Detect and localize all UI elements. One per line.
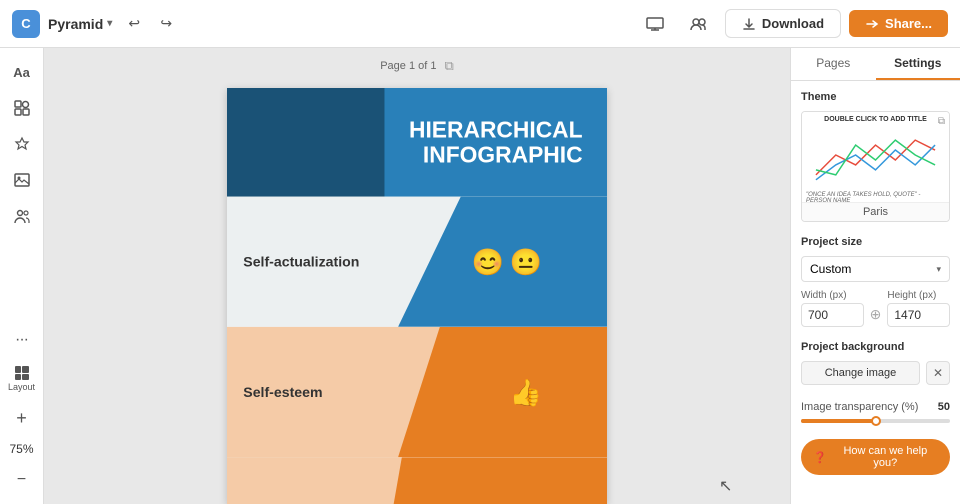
width-input[interactable]	[801, 303, 864, 327]
zoom-percent-sidebar: 75%	[9, 438, 33, 460]
background-buttons: Change image ✕	[801, 361, 950, 385]
history-controls: ↩ ↪	[120, 10, 180, 38]
background-label: Project background	[801, 341, 950, 353]
right-panel: Pages Settings Theme DOUBLE CLICK TO ADD…	[790, 48, 960, 504]
transparency-slider[interactable]	[801, 419, 950, 423]
layout-icon	[15, 366, 29, 380]
width-label: Width (px)	[801, 290, 864, 301]
size-select[interactable]: Custom ▾	[801, 256, 950, 282]
height-label: Height (px)	[887, 290, 950, 301]
section1-icons: 😊 😐	[472, 246, 542, 277]
right-panel-tabs: Pages Settings	[791, 48, 960, 81]
mouse-cursor: ↖	[719, 476, 732, 496]
section2-text: Self-esteem	[243, 384, 322, 401]
sidebar-icon-people[interactable]	[6, 200, 38, 232]
theme-section: Theme DOUBLE CLICK TO ADD TITLE "ONCE AN…	[791, 81, 960, 236]
theme-label: Theme	[801, 91, 950, 103]
topbar-actions: Download Share...	[637, 6, 948, 42]
width-input-group: Width (px)	[801, 290, 864, 327]
undo-button[interactable]: ↩	[120, 10, 148, 38]
tab-pages[interactable]: Pages	[791, 48, 876, 80]
change-image-button[interactable]: Change image	[801, 361, 920, 385]
icon-face1: 😊	[472, 246, 504, 277]
tab-settings[interactable]: Settings	[876, 48, 960, 80]
main-area: Aa ··· Layout + 75% − Pa	[0, 48, 960, 504]
header-right-block: HIERARCHICAL INFOGRAPHIC	[384, 88, 607, 197]
size-inputs: Width (px) ⊕ Height (px)	[801, 290, 950, 327]
section-love-belonging: Love and belonging 💡 ❤️	[227, 457, 607, 504]
transparency-section: Image transparency (%) 50	[791, 395, 960, 429]
present-button[interactable]	[637, 6, 673, 42]
download-button[interactable]: Download	[725, 9, 841, 38]
section2-shape	[398, 327, 607, 457]
copy-page-icon[interactable]: ⧉	[444, 58, 453, 74]
help-button[interactable]: ❓ How can we help you?	[801, 439, 950, 475]
project-size-section: Project size Custom ▾ Width (px) ⊕ Heigh…	[791, 236, 960, 341]
icon-thumbsup: 👍	[509, 377, 541, 408]
app-logo: C	[12, 10, 40, 38]
sidebar-icon-text[interactable]: Aa	[6, 56, 38, 88]
height-input[interactable]	[887, 303, 950, 327]
section3-shape	[379, 457, 607, 504]
section2-icons: 👍	[509, 377, 541, 408]
sidebar-icon-brand[interactable]	[6, 128, 38, 160]
slider-fill	[801, 419, 876, 423]
transparency-value: 50	[938, 401, 950, 413]
project-background-section: Project background Change image ✕	[791, 341, 960, 395]
link-icon: ⊕	[870, 294, 882, 323]
external-link-icon[interactable]: ⧉	[938, 116, 945, 127]
help-section: ❓ How can we help you?	[791, 429, 960, 485]
clear-background-button[interactable]: ✕	[926, 361, 950, 385]
section1-text: Self-actualization	[243, 253, 359, 270]
project-size-label: Project size	[801, 236, 950, 248]
redo-button[interactable]: ↪	[152, 10, 180, 38]
canvas-area[interactable]: Page 1 of 1 ⧉ HIERARCHICAL INFOGRAPHIC	[44, 48, 790, 504]
icon-face2: 😐	[509, 246, 541, 277]
help-icon: ❓	[813, 451, 827, 464]
theme-preview: DOUBLE CLICK TO ADD TITLE "ONCE AN IDEA …	[802, 112, 949, 202]
layout-button[interactable]: Layout	[0, 360, 43, 398]
sidebar-icon-elements[interactable]	[6, 92, 38, 124]
sidebar-icon-photo[interactable]	[6, 164, 38, 196]
share-people-button[interactable]	[681, 6, 717, 42]
document-title[interactable]: Pyramid ▾	[48, 16, 112, 32]
height-input-group: Height (px)	[887, 290, 950, 327]
section-self-esteem: Self-esteem 👍	[227, 327, 607, 457]
sidebar-icon-minus[interactable]: −	[6, 464, 38, 496]
theme-card[interactable]: DOUBLE CLICK TO ADD TITLE "ONCE AN IDEA …	[801, 111, 950, 222]
topbar: C Pyramid ▾ ↩ ↪ Download	[0, 0, 960, 48]
theme-name: Paris	[802, 202, 949, 221]
infographic: HIERARCHICAL INFOGRAPHIC Self-actualizat…	[227, 88, 607, 504]
infographic-title: HIERARCHICAL INFOGRAPHIC	[409, 117, 583, 167]
transparency-label-row: Image transparency (%) 50	[801, 401, 950, 413]
sidebar-icon-more[interactable]: ···	[6, 324, 38, 356]
select-chevron-icon: ▾	[936, 264, 941, 275]
slider-thumb	[871, 416, 881, 426]
left-sidebar: Aa ··· Layout + 75% −	[0, 48, 44, 504]
page-label: Page 1 of 1 ⧉	[380, 58, 454, 74]
infographic-header: HIERARCHICAL INFOGRAPHIC	[227, 88, 607, 197]
share-button[interactable]: Share...	[849, 10, 948, 37]
title-chevron-icon: ▾	[107, 18, 112, 29]
sidebar-icon-add[interactable]: +	[6, 402, 38, 434]
section-self-actualization: Self-actualization 😊 😐	[227, 197, 607, 327]
canvas-wrapper[interactable]: HIERARCHICAL INFOGRAPHIC Self-actualizat…	[227, 88, 607, 504]
transparency-label: Image transparency (%)	[801, 401, 918, 413]
header-left-block	[227, 88, 384, 197]
